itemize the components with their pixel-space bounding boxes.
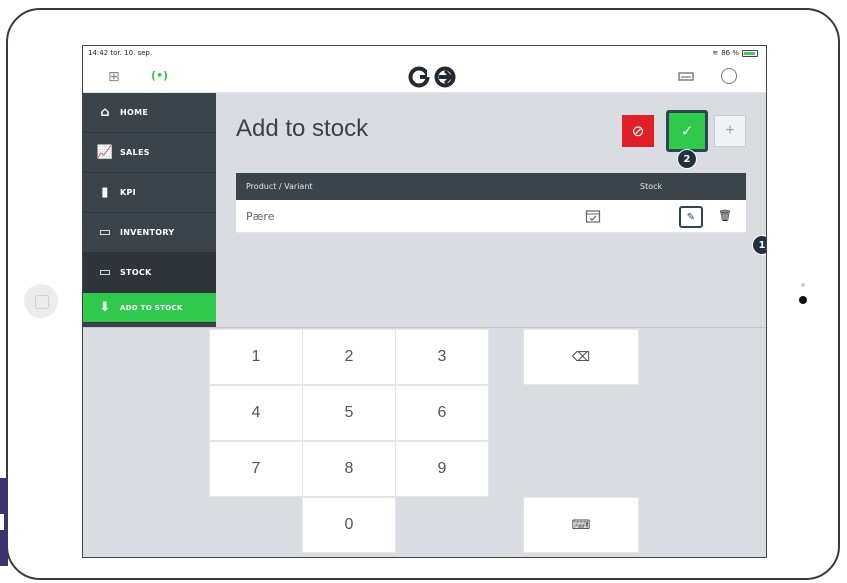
sidebar-item-add-to-stock[interactable]: ⬇ ADD TO STOCK (83, 293, 216, 323)
key-0[interactable]: 0 (302, 497, 396, 553)
sidebar-item-label: KPI (120, 188, 136, 197)
home-button[interactable] (24, 284, 58, 318)
stock-table: Product / Variant Stock Pære ✎ 🗑 (236, 173, 746, 233)
chart-icon: 📈 (96, 145, 114, 160)
product-name: Pære (246, 210, 275, 223)
confirm-button[interactable]: ✓ (669, 113, 705, 149)
numeric-keypad: 1 2 3 ⌫ 4 5 6 7 8 9 0 ⌨ (83, 327, 766, 557)
key-8[interactable]: 8 (302, 441, 396, 497)
key-3[interactable]: 3 (395, 329, 489, 385)
cancel-button[interactable]: ⊘ (622, 115, 654, 147)
sidebar-item-label: HOME (120, 108, 149, 117)
key-9[interactable]: 9 (395, 441, 489, 497)
grid-icon[interactable]: ⊞ (108, 69, 120, 85)
sidebar-item-inventory[interactable]: ▭ INVENTORY (83, 213, 216, 253)
box-check-icon[interactable] (585, 208, 601, 224)
table-header: Product / Variant Stock (236, 173, 746, 200)
camera-dot (799, 296, 807, 304)
sidebar: ⌂ HOME 📈 SALES ▮ KPI ▭ INVENTORY ▭ STOCK… (83, 93, 216, 327)
key-1[interactable]: 1 (209, 329, 303, 385)
main-content: Add to stock ⊘ ✓ + 2 Product / Variant S… (216, 93, 766, 327)
sidebar-item-home[interactable]: ⌂ HOME (83, 93, 216, 133)
app-screen: 14:42 tor. 10. sep. ≋ 86 % ⊞ (•) ⌂ HOME … (82, 45, 767, 558)
page-title: Add to stock (236, 115, 369, 142)
backspace-key[interactable]: ⌫ (523, 329, 639, 385)
battery-percent: 86 % (721, 49, 739, 57)
column-product: Product / Variant (246, 182, 313, 191)
box-icon: ▭ (98, 265, 112, 280)
sidebar-item-label: INVENTORY (120, 228, 175, 237)
sidebar-item-kpi[interactable]: ▮ KPI (83, 173, 216, 213)
bar-icon: ▮ (101, 185, 109, 200)
box-add-icon: ⬇ (99, 300, 111, 315)
status-bar: 14:42 tor. 10. sep. ≋ 86 % (83, 46, 766, 60)
key-7[interactable]: 7 (209, 441, 303, 497)
key-5[interactable]: 5 (302, 385, 396, 441)
home-icon: ⌂ (100, 105, 110, 120)
user-icon[interactable] (721, 68, 737, 84)
key-2[interactable]: 2 (302, 329, 396, 385)
callout-badge-2: 2 (677, 149, 697, 169)
pencil-icon: ✎ (686, 211, 696, 223)
callout-badge-1: 1 (752, 235, 766, 255)
column-stock: Stock (640, 182, 663, 191)
trash-icon[interactable]: 🗑 (718, 209, 732, 222)
edit-button[interactable]: ✎ (679, 206, 703, 228)
sidebar-item-label: STOCK (120, 268, 152, 277)
go-logo (408, 66, 458, 88)
key-6[interactable]: 6 (395, 385, 489, 441)
stock-input[interactable] (640, 211, 660, 224)
sidebar-item-label: SALES (120, 148, 150, 157)
sensor-dot (801, 283, 805, 287)
box-icon: ▭ (98, 225, 112, 240)
add-button[interactable]: + (714, 115, 746, 147)
wifi-icon: ≋ (712, 49, 719, 57)
background-glyph (0, 478, 8, 566)
top-bar: ⊞ (•) (83, 60, 766, 93)
signal-icon[interactable]: (•) (151, 69, 168, 82)
sidebar-item-stock[interactable]: ▭ STOCK (83, 253, 216, 293)
sidebar-item-label: ADD TO STOCK (120, 303, 183, 312)
status-right: ≋ 86 % (712, 49, 758, 57)
battery-icon (742, 49, 758, 57)
table-row[interactable]: Pære ✎ 🗑 (236, 200, 746, 233)
printer-icon[interactable] (678, 70, 694, 82)
status-time-date: 14:42 tor. 10. sep. (88, 49, 153, 57)
sidebar-item-sales[interactable]: 📈 SALES (83, 133, 216, 173)
keyboard-toggle-key[interactable]: ⌨ (523, 497, 639, 553)
key-4[interactable]: 4 (209, 385, 303, 441)
